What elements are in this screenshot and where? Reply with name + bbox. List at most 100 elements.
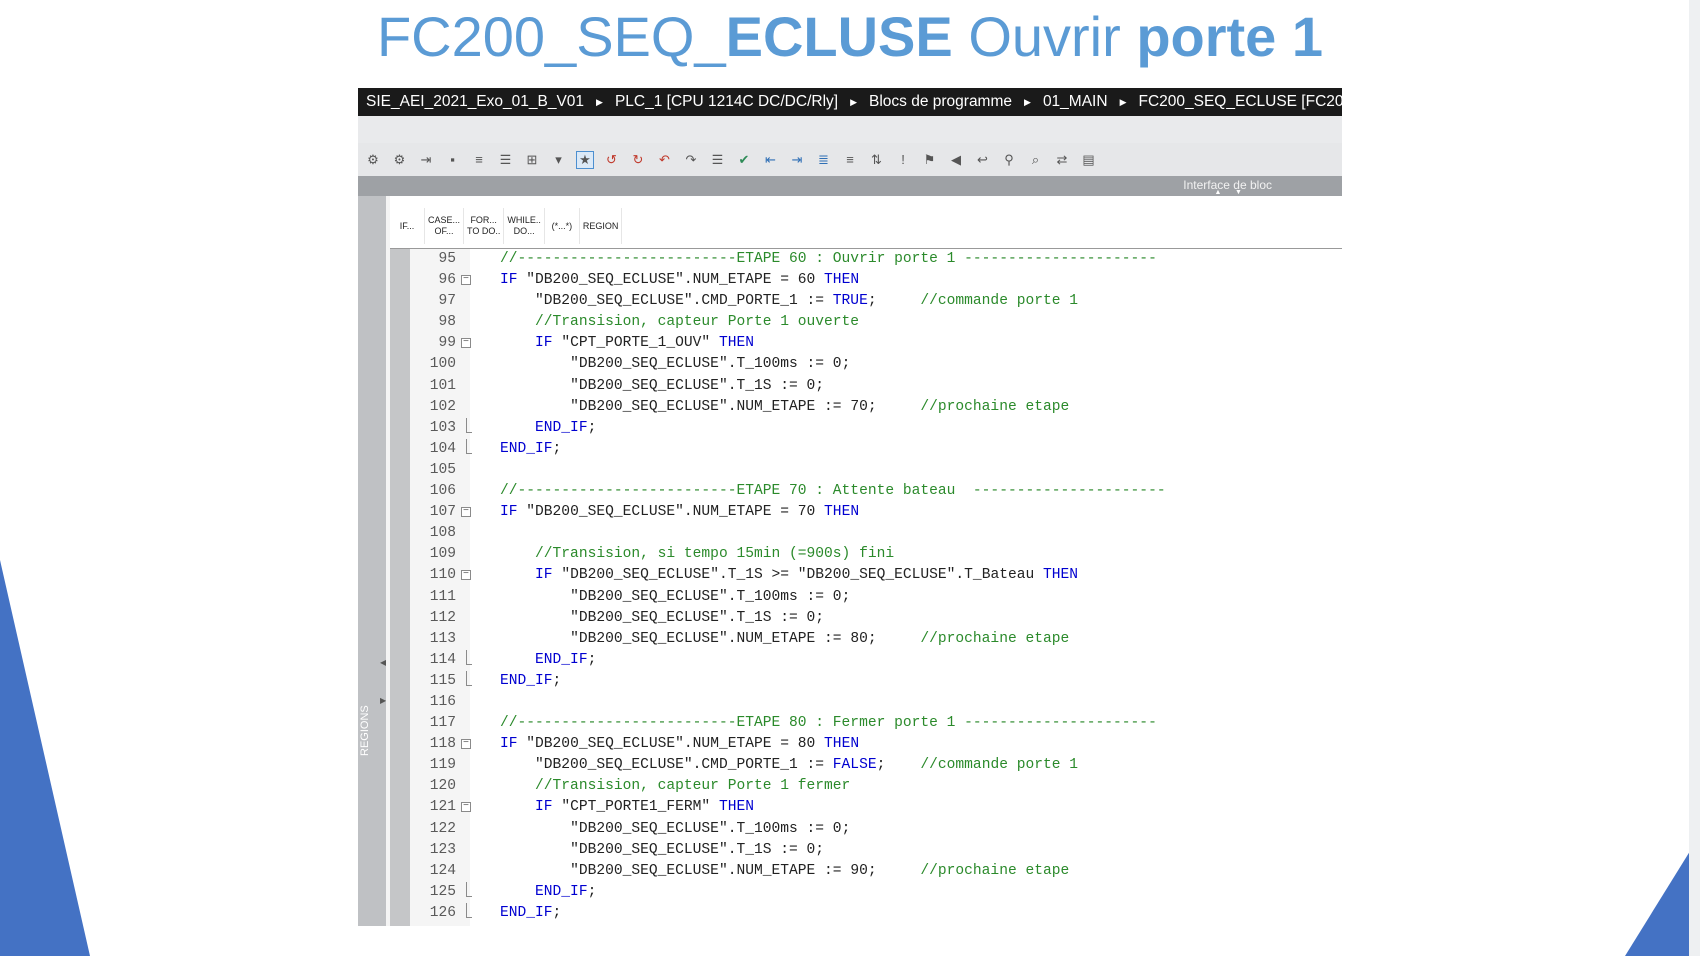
code-line[interactable]: 111 "DB200_SEQ_ECLUSE".T_100ms := 0; <box>410 587 1342 608</box>
tag-icon[interactable]: ⚲ <box>1000 151 1018 169</box>
code-line[interactable]: 115 END_IF; <box>410 670 1342 692</box>
code-token: THEN <box>815 736 860 753</box>
code-line[interactable]: 125 END_IF; <box>410 881 1342 903</box>
scl-code-area[interactable]: 95 //-------------------------ETAPE 60 : … <box>410 249 1342 924</box>
download-icon[interactable]: ⇥ <box>417 151 435 169</box>
fold-collapse-icon[interactable]: − <box>461 275 471 286</box>
breakpoint-remove-icon[interactable]: ↻ <box>629 151 647 169</box>
favorite-star-icon[interactable]: ★ <box>576 150 594 169</box>
code-token: "DB200_SEQ_ECLUSE" <box>570 862 728 879</box>
next-bookmark-icon[interactable]: ◀ <box>947 151 965 169</box>
comment-icon[interactable]: ≣ <box>815 151 833 169</box>
database-icon[interactable]: ▤ <box>1080 151 1098 169</box>
code-line[interactable]: 113 "DB200_SEQ_ECLUSE".NUM_ETAPE := 80; … <box>410 629 1342 650</box>
code-line[interactable]: 105 <box>410 460 1342 481</box>
sort-icon[interactable]: ⇅ <box>868 151 886 169</box>
code-token: ; <box>867 398 921 415</box>
expand-icon[interactable]: ! <box>894 151 912 169</box>
code-line[interactable]: 118− IF "DB200_SEQ_ECLUSE".NUM_ETAPE = 80… <box>410 734 1342 755</box>
code-line[interactable]: 104 END_IF; <box>410 438 1342 460</box>
line-number: 103 <box>429 419 456 436</box>
block-interface-bar[interactable]: ▲ ▼ Interface de bloc <box>358 176 1342 196</box>
code-token: ; <box>867 862 921 879</box>
code-token: IF <box>535 799 562 816</box>
snippet-button[interactable]: IF... <box>390 208 425 244</box>
bookmark-icon[interactable]: ☰ <box>709 151 727 169</box>
check-icon[interactable]: ✔ <box>735 151 753 169</box>
code-line[interactable]: 119 "DB200_SEQ_ECLUSE".CMD_PORTE_1 := FA… <box>410 755 1342 776</box>
breakpoint-step-icon[interactable]: ↷ <box>682 151 700 169</box>
code-line[interactable]: 96− IF "DB200_SEQ_ECLUSE".NUM_ETAPE = 60 … <box>410 270 1342 291</box>
code-token: "DB200_SEQ_ECLUSE" <box>570 630 728 647</box>
monitor-icon[interactable]: ▪ <box>444 151 462 169</box>
code-line[interactable]: 107− IF "DB200_SEQ_ECLUSE".NUM_ETAPE = 70… <box>410 502 1342 523</box>
breakpoint-toggle-icon[interactable]: ↺ <box>603 151 621 169</box>
insert-dropdown-icon[interactable]: ▾ <box>550 151 568 169</box>
breadcrumb-item[interactable]: FC200_SEQ_ECLUSE [FC200] <box>1138 93 1342 111</box>
line-number: 113 <box>429 630 456 647</box>
snippet-button[interactable]: FOR... TO DO.. <box>464 208 505 244</box>
code-token: 70 <box>797 504 816 521</box>
code-line[interactable]: 109 //Transision, si tempo 15min (=900s)… <box>410 544 1342 565</box>
code-line[interactable]: 116 <box>410 692 1342 713</box>
code-line[interactable]: 117 //-------------------------ETAPE 80 :… <box>410 713 1342 734</box>
snippet-button[interactable]: REGION <box>579 208 623 244</box>
network-icon[interactable]: ≡ <box>470 151 488 169</box>
fold-end-marker <box>466 438 472 454</box>
code-line[interactable]: 102 "DB200_SEQ_ECLUSE".NUM_ETAPE := 70; … <box>410 397 1342 418</box>
indent-right-icon[interactable]: ⇥ <box>788 151 806 169</box>
indent-icon[interactable]: ☰ <box>497 151 515 169</box>
fold-collapse-icon[interactable]: − <box>461 338 471 349</box>
uncomment-icon[interactable]: ≡ <box>841 151 859 169</box>
breadcrumb-item[interactable]: SIE_AEI_2021_Exo_01_B_V01 <box>366 93 584 111</box>
code-line[interactable]: 98 //Transision, capteur Porte 1 ouverte <box>410 312 1342 333</box>
code-line[interactable]: 101 "DB200_SEQ_ECLUSE".T_1S := 0; <box>410 376 1342 397</box>
line-number: 120 <box>429 778 456 795</box>
code-line[interactable]: 123 "DB200_SEQ_ECLUSE".T_1S := 0; <box>410 840 1342 861</box>
breakpoint-next-icon[interactable]: ↶ <box>656 151 674 169</box>
fold-collapse-icon[interactable]: − <box>461 739 471 750</box>
code-line[interactable]: 120 //Transision, capteur Porte 1 fermer <box>410 776 1342 797</box>
breadcrumb-item[interactable]: 01_MAIN <box>1043 93 1108 111</box>
code-line[interactable]: 106 //-------------------------ETAPE 70 :… <box>410 481 1342 502</box>
code-line[interactable]: 112 "DB200_SEQ_ECLUSE".T_1S := 0; <box>410 608 1342 629</box>
breadcrumb-item[interactable]: PLC_1 [CPU 1214C DC/DC/Rly] <box>615 93 838 111</box>
code-line[interactable]: 122 "DB200_SEQ_ECLUSE".T_100ms := 0; <box>410 819 1342 840</box>
insert-icon[interactable]: ⊞ <box>523 151 541 169</box>
code-line[interactable]: 100 "DB200_SEQ_ECLUSE".T_100ms := 0; <box>410 354 1342 375</box>
code-line[interactable]: 103 END_IF; <box>410 417 1342 439</box>
title-part: porte 1 <box>1136 5 1324 68</box>
refresh-icon[interactable]: ↩ <box>974 151 992 169</box>
code-line[interactable]: 124 "DB200_SEQ_ECLUSE".NUM_ETAPE := 90; … <box>410 861 1342 882</box>
fold-collapse-icon[interactable]: − <box>461 802 471 813</box>
code-line[interactable]: 121− IF "CPT_PORTE1_FERM" THEN <box>410 797 1342 818</box>
line-number: 109 <box>429 546 456 563</box>
code-line[interactable]: 97 "DB200_SEQ_ECLUSE".CMD_PORTE_1 := TRU… <box>410 291 1342 312</box>
prev-bookmark-icon[interactable]: ⚑ <box>921 151 939 169</box>
snippet-button[interactable]: CASE... OF... <box>425 208 465 244</box>
code-text: "DB200_SEQ_ECLUSE".T_1S := 0; <box>500 608 824 629</box>
breadcrumb-item[interactable]: Blocs de programme <box>869 93 1012 111</box>
fold-collapse-icon[interactable]: − <box>461 570 471 581</box>
code-line[interactable]: 95 //-------------------------ETAPE 60 : … <box>410 249 1342 270</box>
code-line[interactable]: 99− IF "CPT_PORTE_1_OUV" THEN <box>410 333 1342 354</box>
code-line[interactable]: 108 <box>410 523 1342 544</box>
go-to-icon[interactable]: ⌕ <box>1027 151 1045 169</box>
compile-icon[interactable]: ⚙ <box>364 151 382 169</box>
snippet-button[interactable]: (*...*) <box>544 208 580 244</box>
compare-icon[interactable]: ⇄ <box>1053 151 1071 169</box>
outdent-icon[interactable]: ⇤ <box>762 151 780 169</box>
regions-panel[interactable]: ◀ ▶ REGIONS <box>358 196 387 926</box>
code-line[interactable]: 126 END_IF; <box>410 902 1342 924</box>
snippet-button[interactable]: WHILE.. DO... <box>504 208 545 244</box>
code-line[interactable]: 114 END_IF; <box>410 649 1342 671</box>
breadcrumb-separator-icon: ▶ <box>1024 96 1031 107</box>
code-line[interactable]: 110− IF "DB200_SEQ_ECLUSE".T_1S >= "DB20… <box>410 565 1342 586</box>
code-text: //-------------------------ETAPE 80 : Fe… <box>500 713 1157 734</box>
compile-all-icon[interactable]: ⚙ <box>391 151 409 169</box>
fold-end-marker <box>466 670 472 686</box>
code-token: ; <box>587 883 597 900</box>
code-text: //-------------------------ETAPE 70 : At… <box>500 481 1166 502</box>
fold-collapse-icon[interactable]: − <box>461 507 471 518</box>
